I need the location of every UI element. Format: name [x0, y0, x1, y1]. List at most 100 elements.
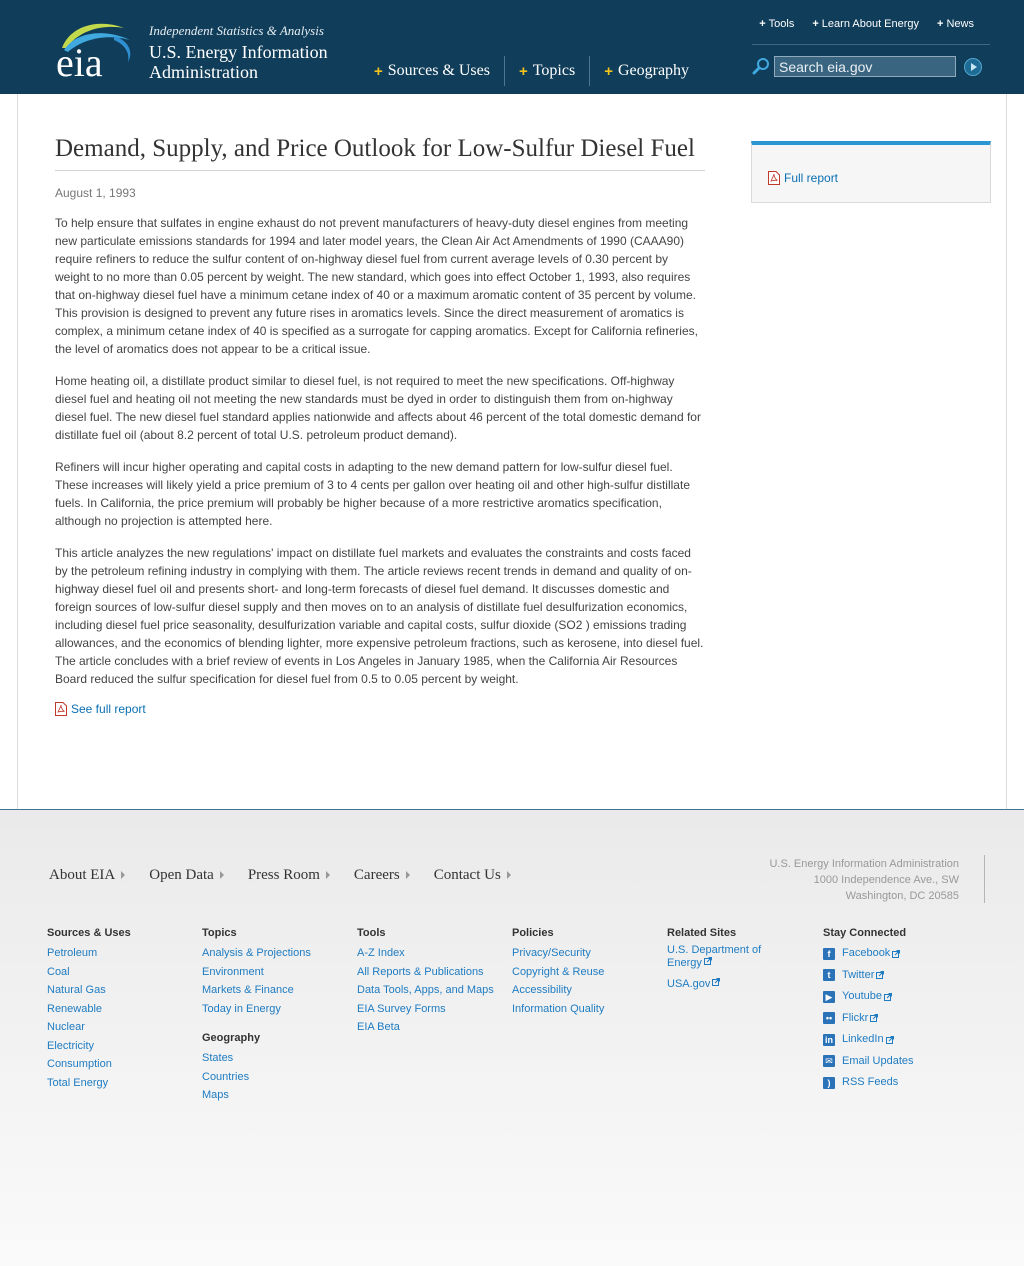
footer-link-maps[interactable]: Maps [202, 1086, 352, 1105]
footer-link-email-updates[interactable]: ✉ Email Updates [823, 1051, 973, 1073]
address-line: U.S. Energy Information Administration [769, 858, 959, 870]
email-icon: ✉ [823, 1055, 835, 1068]
footer-link-electricity[interactable]: Electricity [47, 1037, 197, 1056]
nav-label: Sources & Uses [387, 62, 490, 79]
link-label: U.S. Department of Energy [667, 944, 762, 969]
agency-name-line2: Administration [149, 62, 258, 82]
footer-link-twitter[interactable]: t Twitter [823, 965, 973, 987]
pdf-icon [768, 171, 780, 185]
plus-icon: + [812, 18, 819, 30]
page-title: Demand, Supply, and Price Outlook for Lo… [55, 136, 705, 171]
footer-link-a-z-index[interactable]: A-Z Index [357, 944, 507, 963]
footer-link-total-energy[interactable]: Total Energy [47, 1074, 197, 1093]
footer-link-survey-forms[interactable]: EIA Survey Forms [357, 1000, 507, 1019]
plus-icon: + [937, 18, 944, 30]
external-link-icon [712, 978, 721, 986]
footer-link-today-in-energy[interactable]: Today in Energy [202, 1000, 352, 1019]
footer-link-information-quality[interactable]: Information Quality [512, 1000, 662, 1019]
external-link-icon [703, 957, 712, 965]
facebook-icon: f [823, 947, 835, 960]
plus-icon: + [759, 18, 766, 30]
footer-link-data-tools[interactable]: Data Tools, Apps, and Maps [357, 981, 507, 1000]
util-label: Learn About Energy [821, 18, 920, 30]
footer-col-topics: Topics Analysis & Projections Environmen… [202, 927, 352, 1105]
link-label: Twitter [842, 968, 875, 981]
footer-link-eia-beta[interactable]: EIA Beta [357, 1018, 507, 1037]
divider [984, 855, 985, 903]
plus-icon: + [374, 62, 383, 80]
footer-link-analysis-projections[interactable]: Analysis & Projections [202, 944, 352, 963]
footer-link-facebook[interactable]: f Facebook [823, 943, 973, 965]
footer-link-privacy-security[interactable]: Privacy/Security [512, 944, 662, 963]
footer-link-consumption[interactable]: Consumption [47, 1055, 197, 1074]
footer-link-all-reports[interactable]: All Reports & Publications [357, 963, 507, 982]
footer-link-copyright-reuse[interactable]: Copyright & Reuse [512, 963, 662, 982]
footer-link-countries[interactable]: Countries [202, 1068, 352, 1087]
footer-link-renewable[interactable]: Renewable [47, 1000, 197, 1019]
nav-sources-uses[interactable]: + Sources & Uses [360, 56, 504, 86]
footer-link-linkedin[interactable]: in LinkedIn [823, 1029, 973, 1051]
footer-link-petroleum[interactable]: Petroleum [47, 944, 197, 963]
pdf-icon [55, 702, 67, 716]
flickr-icon: •• [823, 1012, 835, 1025]
search-icon [752, 58, 769, 75]
link-label: Facebook [842, 947, 891, 959]
linkedin-icon: in [823, 1033, 835, 1046]
footer-col-heading: Tools [357, 927, 386, 939]
eia-logo[interactable]: eia [54, 18, 136, 80]
footer-link-states[interactable]: States [202, 1049, 352, 1068]
external-link-icon [883, 992, 892, 1001]
agency-name[interactable]: U.S. Energy Information Administration [149, 42, 328, 82]
util-learn-about-energy[interactable]: + Learn About Energy [812, 18, 919, 30]
footer-link-markets-finance[interactable]: Markets & Finance [202, 981, 352, 1000]
footer-nav: About EIA Open Data Press Room Careers C… [49, 867, 511, 884]
footer-col-heading: Policies [512, 927, 554, 939]
agency-name-line1: U.S. Energy Information [149, 42, 328, 62]
footer-address: U.S. Energy Information Administration 1… [769, 856, 959, 904]
link-label: Flickr [842, 1011, 869, 1024]
footer-link-usa-gov[interactable]: USA.gov [667, 975, 777, 994]
article-paragraph: Refiners will incur higher operating and… [55, 460, 690, 528]
footer-col-heading: Related Sites [667, 927, 737, 939]
external-link-icon [876, 971, 885, 980]
search-input[interactable] [774, 56, 956, 77]
youtube-icon: ▶ [823, 990, 835, 1003]
main-nav: + Sources & Uses + Topics + Geography [360, 56, 703, 86]
footer-col-heading: Sources & Uses [47, 927, 131, 939]
footer-col-heading: Geography [202, 1032, 261, 1044]
svg-text:eia: eia [56, 40, 103, 80]
site-header: eia Independent Statistics & Analysis U.… [0, 0, 1024, 94]
util-tools[interactable]: + Tools [759, 18, 794, 30]
see-full-report-link[interactable]: See full report [55, 702, 705, 716]
footer-col-sources-uses: Sources & Uses Petroleum Coal Natural Ga… [47, 927, 197, 1092]
footer-link-doe[interactable]: U.S. Department of Energy [667, 944, 777, 970]
footer-nav-about-eia[interactable]: About EIA [49, 867, 125, 884]
footer-link-accessibility[interactable]: Accessibility [512, 981, 662, 1000]
footer-link-environment[interactable]: Environment [202, 963, 352, 982]
footer-link-nuclear[interactable]: Nuclear [47, 1018, 197, 1037]
nav-geography[interactable]: + Geography [589, 56, 703, 86]
footer-link-youtube[interactable]: ▶ Youtube [823, 986, 973, 1008]
article-paragraph: To help ensure that sulfates in engine e… [55, 216, 698, 356]
util-news[interactable]: + News [937, 18, 974, 30]
sidebar-report-box: Full report [751, 141, 991, 203]
nav-topics[interactable]: + Topics [503, 56, 589, 86]
footer-nav-contact-us[interactable]: Contact Us [434, 867, 511, 884]
article-paragraph: This article analyzes the new regulation… [55, 546, 704, 686]
address-line: Washington, DC 20585 [845, 890, 959, 902]
full-report-link[interactable]: Full report [768, 171, 838, 185]
footer-link-coal[interactable]: Coal [47, 963, 197, 982]
external-link-icon [892, 949, 901, 958]
footer-nav-open-data[interactable]: Open Data [149, 867, 224, 884]
footer-link-flickr[interactable]: •• Flickr [823, 1008, 973, 1030]
footer-col-related-sites: Related Sites U.S. Department of Energy … [667, 927, 777, 994]
utility-nav: + Tools + Learn About Energy + News [759, 18, 974, 30]
footer-link-rss-feeds[interactable]: ) RSS Feeds [823, 1072, 973, 1094]
search-submit-button[interactable] [964, 58, 982, 76]
footer-nav-press-room[interactable]: Press Room [248, 867, 330, 884]
footer-link-natural-gas[interactable]: Natural Gas [47, 981, 197, 1000]
footer-col-stay-connected: Stay Connected f Facebook t Twitter ▶ Yo… [823, 927, 973, 1094]
util-label: News [946, 18, 974, 30]
footer-col-heading: Topics [202, 927, 237, 939]
footer-nav-careers[interactable]: Careers [354, 867, 410, 884]
